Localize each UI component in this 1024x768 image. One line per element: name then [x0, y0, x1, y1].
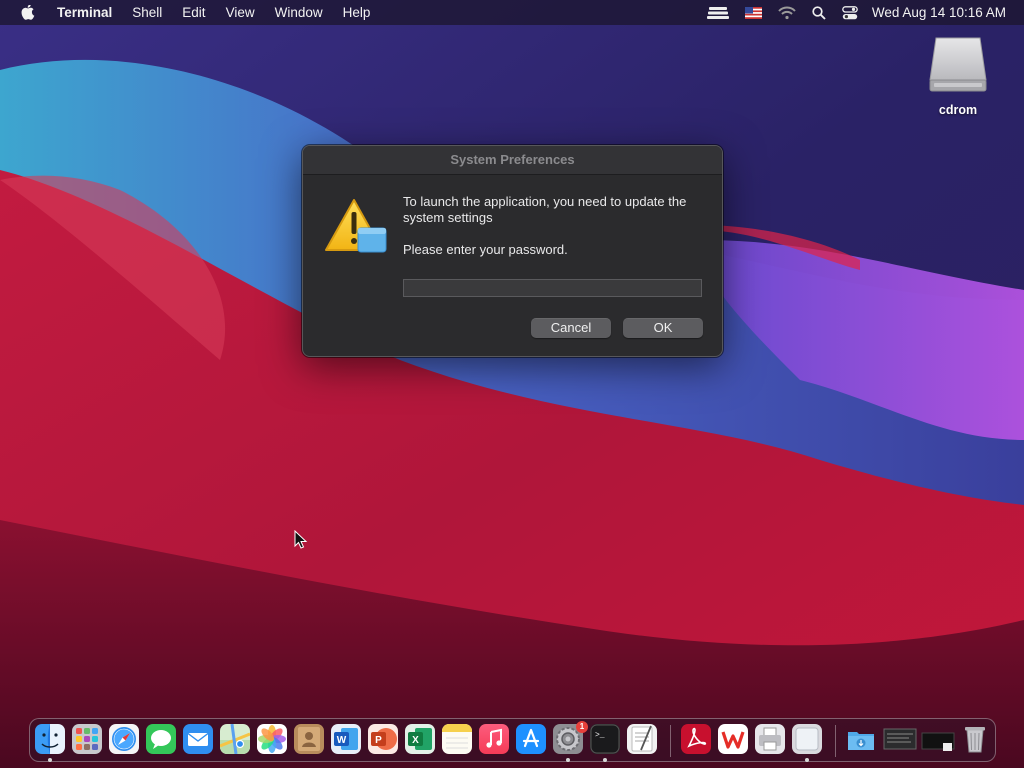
svg-text:W: W — [337, 735, 347, 746]
disk-drive-icon — [929, 37, 987, 92]
stack-icon[interactable] — [706, 6, 729, 20]
printer-icon[interactable] — [755, 724, 785, 754]
safari-icon[interactable] — [109, 724, 139, 754]
trash-icon[interactable] — [960, 724, 990, 754]
menu-window[interactable]: Window — [265, 0, 333, 25]
menu-view[interactable]: View — [216, 0, 265, 25]
wps-icon[interactable] — [718, 724, 748, 754]
word-icon[interactable]: W — [331, 724, 361, 754]
window-thumbnail-icon[interactable] — [921, 724, 955, 754]
desktop-wallpaper — [0, 0, 1024, 768]
password-input[interactable] — [403, 279, 702, 297]
menu-edit[interactable]: Edit — [172, 0, 215, 25]
svg-text:>_: >_ — [595, 731, 605, 740]
desktop-icon-cdrom[interactable]: cdrom — [926, 34, 990, 117]
finder-icon[interactable] — [35, 724, 65, 754]
maps-icon[interactable] — [220, 724, 250, 754]
svg-text:P: P — [375, 735, 382, 746]
svg-text:X: X — [412, 735, 419, 746]
photos-icon[interactable] — [257, 724, 287, 754]
menubar-clock[interactable]: Wed Aug 14 10:16 AM — [872, 5, 1006, 20]
app-store-icon[interactable] — [516, 724, 546, 754]
notes-icon[interactable] — [442, 724, 472, 754]
cancel-button[interactable]: Cancel — [531, 318, 611, 338]
control-center-icon[interactable] — [842, 5, 858, 20]
messages-icon[interactable] — [146, 724, 176, 754]
preview-icon[interactable] — [792, 724, 822, 754]
password-dialog: System Preferences To launch the applica… — [302, 145, 723, 357]
mail-icon[interactable] — [183, 724, 213, 754]
dialog-title: System Preferences — [303, 146, 722, 175]
menu-app-terminal[interactable]: Terminal — [50, 0, 122, 25]
textedit-icon[interactable] — [627, 724, 657, 754]
terminal-icon[interactable]: >_ — [590, 724, 620, 754]
downloads-folder-icon[interactable] — [846, 724, 876, 754]
window-thumbnail-icon[interactable] — [883, 724, 917, 754]
music-icon[interactable] — [479, 724, 509, 754]
desktop-icon-label: cdrom — [938, 103, 978, 117]
acrobat-icon[interactable] — [681, 724, 711, 754]
menu-shell[interactable]: Shell — [122, 0, 172, 25]
notification-badge: 1 — [576, 721, 588, 733]
us-flag-icon[interactable] — [744, 6, 762, 19]
wifi-icon[interactable] — [778, 6, 796, 20]
dialog-message: To launch the application, you need to u… — [403, 194, 687, 225]
ok-button[interactable]: OK — [623, 318, 703, 338]
contacts-icon[interactable] — [294, 724, 324, 754]
dialog-prompt: Please enter your password. — [403, 242, 568, 257]
search-icon[interactable] — [812, 5, 826, 20]
menu-bar: Terminal Shell Edit View Window Help Wed… — [0, 0, 1024, 25]
dock: W P X 1 >_ — [29, 718, 996, 762]
launchpad-icon[interactable] — [72, 724, 102, 754]
excel-icon[interactable]: X — [405, 724, 435, 754]
caution-icon — [325, 199, 387, 253]
apple-menu-icon[interactable] — [18, 3, 38, 23]
menu-help[interactable]: Help — [333, 0, 381, 25]
powerpoint-icon[interactable]: P — [368, 724, 398, 754]
mouse-pointer-icon — [294, 530, 308, 549]
